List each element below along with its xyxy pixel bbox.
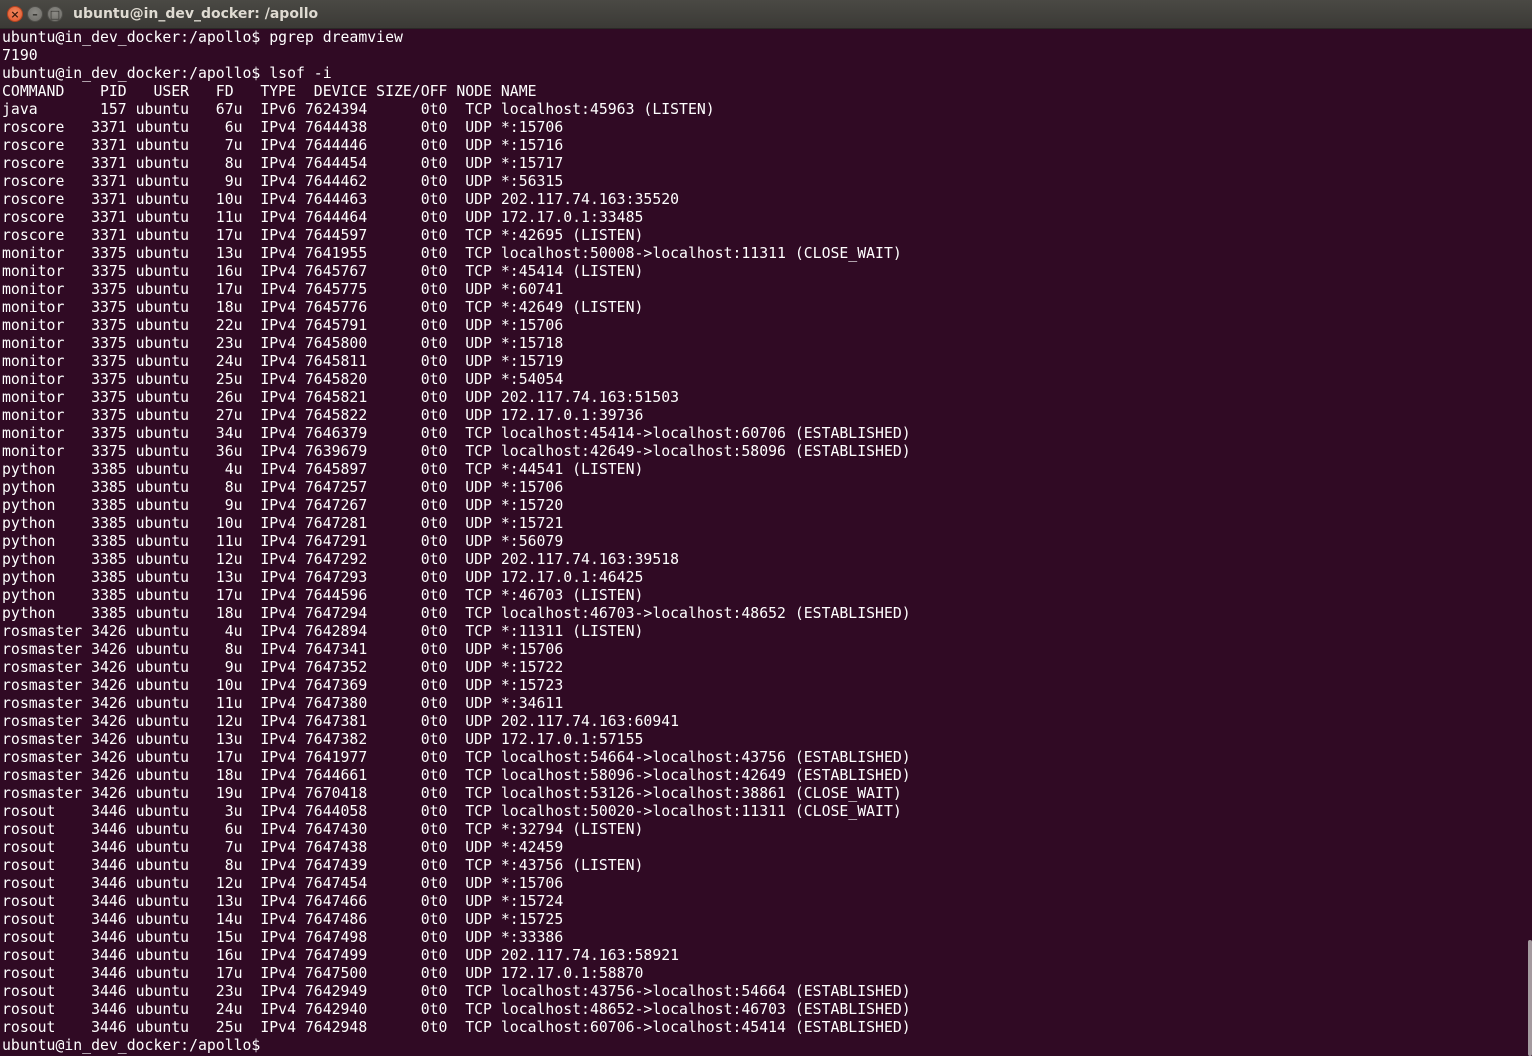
terminal-line: rosout 3446 ubuntu 7u IPv4 7647438 0t0 U… — [2, 839, 564, 856]
terminal-line: monitor 3375 ubuntu 24u IPv4 7645811 0t0… — [2, 353, 564, 370]
terminal-line: monitor 3375 ubuntu 16u IPv4 7645767 0t0… — [2, 263, 644, 280]
terminal-line: rosmaster 3426 ubuntu 17u IPv4 7641977 0… — [2, 749, 911, 766]
terminal-line: rosout 3446 ubuntu 16u IPv4 7647499 0t0 … — [2, 947, 680, 964]
terminal-line: rosout 3446 ubuntu 14u IPv4 7647486 0t0 … — [2, 911, 564, 928]
terminal-line: monitor 3375 ubuntu 22u IPv4 7645791 0t0… — [2, 317, 564, 334]
terminal-line: rosmaster 3426 ubuntu 9u IPv4 7647352 0t… — [2, 659, 564, 676]
terminal-line: rosmaster 3426 ubuntu 11u IPv4 7647380 0… — [2, 695, 564, 712]
terminal-line: java 157 ubuntu 67u IPv6 7624394 0t0 TCP… — [2, 101, 715, 118]
terminal-line: ubuntu@in_dev_docker:/apollo$ pgrep drea… — [2, 29, 403, 46]
terminal-line: rosout 3446 ubuntu 17u IPv4 7647500 0t0 … — [2, 965, 644, 982]
terminal-line: python 3385 ubuntu 11u IPv4 7647291 0t0 … — [2, 533, 564, 550]
terminal-line: rosmaster 3426 ubuntu 10u IPv4 7647369 0… — [2, 677, 564, 694]
minimize-window-button[interactable]: – — [27, 6, 43, 22]
text-cursor — [260, 1037, 269, 1053]
terminal-line: monitor 3375 ubuntu 34u IPv4 7646379 0t0… — [2, 425, 911, 442]
terminal-line: roscore 3371 ubuntu 7u IPv4 7644446 0t0 … — [2, 137, 564, 154]
terminal-line: monitor 3375 ubuntu 23u IPv4 7645800 0t0… — [2, 335, 564, 352]
terminal-line: python 3385 ubuntu 4u IPv4 7645897 0t0 T… — [2, 461, 644, 478]
terminal-line: rosmaster 3426 ubuntu 19u IPv4 7670418 0… — [2, 785, 902, 802]
terminal-line: rosmaster 3426 ubuntu 4u IPv4 7642894 0t… — [2, 623, 644, 640]
terminal-line: python 3385 ubuntu 10u IPv4 7647281 0t0 … — [2, 515, 564, 532]
terminal-line: monitor 3375 ubuntu 25u IPv4 7645820 0t0… — [2, 371, 564, 388]
terminal-window: × – □ ubuntu@in_dev_docker: /apollo ubun… — [0, 0, 1532, 1056]
window-title: ubuntu@in_dev_docker: /apollo — [73, 6, 319, 22]
terminal-line: rosout 3446 ubuntu 12u IPv4 7647454 0t0 … — [2, 875, 564, 892]
terminal-line: rosout 3446 ubuntu 24u IPv4 7642940 0t0 … — [2, 1001, 911, 1018]
terminal-line: monitor 3375 ubuntu 27u IPv4 7645822 0t0… — [2, 407, 644, 424]
terminal-line: monitor 3375 ubuntu 17u IPv4 7645775 0t0… — [2, 281, 564, 298]
terminal-line: roscore 3371 ubuntu 9u IPv4 7644462 0t0 … — [2, 173, 564, 190]
maximize-icon: □ — [49, 8, 61, 21]
terminal-line: rosout 3446 ubuntu 25u IPv4 7642948 0t0 … — [2, 1019, 911, 1036]
close-icon: × — [10, 8, 20, 21]
terminal-line: python 3385 ubuntu 17u IPv4 7644596 0t0 … — [2, 587, 644, 604]
terminal-line: ubuntu@in_dev_docker:/apollo$ lsof -i — [2, 65, 332, 82]
terminal-line: rosout 3446 ubuntu 6u IPv4 7647430 0t0 T… — [2, 821, 644, 838]
terminal-line: rosout 3446 ubuntu 13u IPv4 7647466 0t0 … — [2, 893, 564, 910]
terminal-line: python 3385 ubuntu 8u IPv4 7647257 0t0 U… — [2, 479, 564, 496]
terminal-line: rosout 3446 ubuntu 3u IPv4 7644058 0t0 T… — [2, 803, 902, 820]
terminal-line: rosmaster 3426 ubuntu 18u IPv4 7644661 0… — [2, 767, 911, 784]
terminal-line: python 3385 ubuntu 12u IPv4 7647292 0t0 … — [2, 551, 680, 568]
terminal-line: python 3385 ubuntu 9u IPv4 7647267 0t0 U… — [2, 497, 564, 514]
terminal-line: monitor 3375 ubuntu 36u IPv4 7639679 0t0… — [2, 443, 911, 460]
terminal-line: rosmaster 3426 ubuntu 12u IPv4 7647381 0… — [2, 713, 680, 730]
terminal-line: rosmaster 3426 ubuntu 8u IPv4 7647341 0t… — [2, 641, 564, 658]
maximize-window-button[interactable]: □ — [47, 6, 63, 22]
title-bar[interactable]: × – □ ubuntu@in_dev_docker: /apollo — [0, 0, 1532, 29]
terminal-output[interactable]: ubuntu@in_dev_docker:/apollo$ pgrep drea… — [2, 29, 1517, 1056]
terminal-line: roscore 3371 ubuntu 17u IPv4 7644597 0t0… — [2, 227, 644, 244]
terminal-line: monitor 3375 ubuntu 18u IPv4 7645776 0t0… — [2, 299, 644, 316]
scrollbar[interactable] — [1528, 940, 1532, 1056]
prompt-line[interactable]: ubuntu@in_dev_docker:/apollo$ — [2, 1037, 1517, 1055]
terminal-line: roscore 3371 ubuntu 10u IPv4 7644463 0t0… — [2, 191, 680, 208]
terminal-line: rosmaster 3426 ubuntu 13u IPv4 7647382 0… — [2, 731, 644, 748]
terminal-line: rosout 3446 ubuntu 8u IPv4 7647439 0t0 T… — [2, 857, 644, 874]
terminal-line: COMMAND PID USER FD TYPE DEVICE SIZE/OFF… — [2, 83, 537, 100]
close-window-button[interactable]: × — [7, 6, 23, 22]
terminal-line: python 3385 ubuntu 18u IPv4 7647294 0t0 … — [2, 605, 911, 622]
terminal-line: python 3385 ubuntu 13u IPv4 7647293 0t0 … — [2, 569, 644, 586]
minimize-icon: – — [32, 8, 38, 21]
terminal-line: monitor 3375 ubuntu 13u IPv4 7641955 0t0… — [2, 245, 902, 262]
terminal-line: rosout 3446 ubuntu 23u IPv4 7642949 0t0 … — [2, 983, 911, 1000]
terminal-line: roscore 3371 ubuntu 6u IPv4 7644438 0t0 … — [2, 119, 564, 136]
terminal-line: roscore 3371 ubuntu 8u IPv4 7644454 0t0 … — [2, 155, 564, 172]
terminal-line: 7190 — [2, 47, 38, 64]
terminal-line: rosout 3446 ubuntu 15u IPv4 7647498 0t0 … — [2, 929, 564, 946]
terminal-line: monitor 3375 ubuntu 26u IPv4 7645821 0t0… — [2, 389, 680, 406]
shell-prompt: ubuntu@in_dev_docker:/apollo$ — [2, 1037, 261, 1054]
terminal-line: roscore 3371 ubuntu 11u IPv4 7644464 0t0… — [2, 209, 644, 226]
